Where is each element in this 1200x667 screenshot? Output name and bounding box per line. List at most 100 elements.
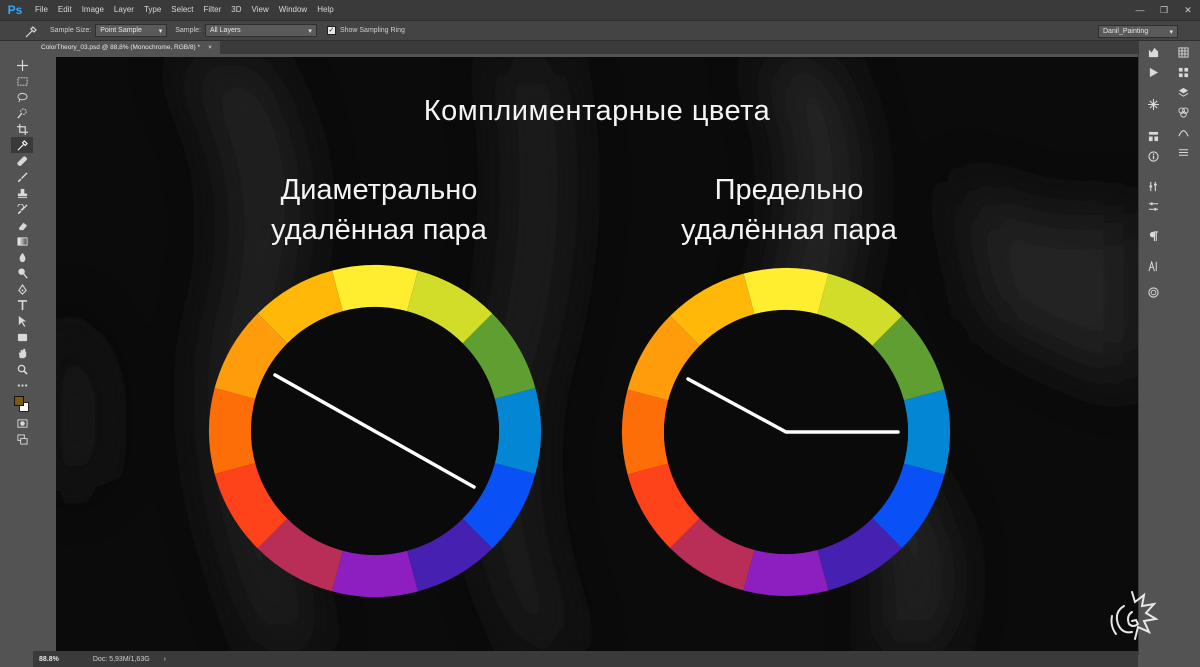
menu-select[interactable]: Select: [166, 0, 198, 20]
sample-size-dropdown[interactable]: Point Sample ▾: [95, 24, 168, 37]
quick-mask-button[interactable]: [11, 415, 33, 431]
wheel-segment: [743, 549, 829, 597]
eraser-tool[interactable]: [11, 217, 33, 233]
move-icon: [16, 59, 28, 71]
chevron-down-icon: ▾: [1169, 28, 1173, 36]
photoshop-logo: Ps: [0, 0, 30, 20]
restore-button[interactable]: ❐: [1152, 0, 1176, 20]
wheel-segment: [332, 550, 418, 597]
history-brush-icon: [16, 203, 28, 214]
eyedropper-icon[interactable]: [24, 25, 38, 39]
menu-edit[interactable]: Edit: [53, 0, 77, 20]
character-panel-button[interactable]: [1142, 127, 1164, 145]
brush-tool[interactable]: [11, 169, 33, 185]
tool-presets-button[interactable]: [1142, 177, 1164, 195]
tools-panel: [11, 57, 33, 472]
menu-3d[interactable]: 3D: [226, 0, 246, 20]
document-tab-bar: ColorTheory_03.psd @ 88,8% (Monochrome, …: [33, 41, 1138, 54]
paths-icon: [1177, 129, 1189, 136]
minimize-button[interactable]: —: [1128, 0, 1152, 20]
swatches-icon: [1178, 67, 1188, 77]
menu-image[interactable]: Image: [77, 0, 109, 20]
move-tool[interactable]: [11, 57, 33, 73]
sample-value: All Layers: [209, 27, 241, 34]
zoom-icon: [17, 364, 28, 375]
lasso-tool[interactable]: [11, 89, 33, 105]
glyphs-panel-button[interactable]: [1142, 257, 1164, 275]
foreground-color-swatch[interactable]: [14, 396, 24, 406]
menu-type[interactable]: Type: [139, 0, 166, 20]
eyedropper-tool[interactable]: [11, 137, 33, 153]
glyphs-icon: [1147, 260, 1157, 271]
cloud-libraries-icon: [1147, 286, 1159, 298]
wheel-segment: [494, 388, 541, 474]
channels-panel-button[interactable]: [1172, 103, 1194, 121]
marquee-icon: [16, 76, 28, 86]
gradient-icon: [16, 236, 28, 246]
more-tools[interactable]: [11, 377, 33, 393]
paths-panel-button[interactable]: [1172, 123, 1194, 141]
pen-tool[interactable]: [11, 281, 33, 297]
sample-label: Sample:: [175, 27, 201, 34]
brush-settings-button[interactable]: [1142, 95, 1164, 113]
paragraph-panel-button[interactable]: [1142, 227, 1164, 245]
quick-selection-icon: [16, 107, 27, 119]
history-icon: [1148, 47, 1158, 57]
navigator-panel-button[interactable]: [1172, 43, 1194, 61]
hand-tool[interactable]: [11, 345, 33, 361]
swatches-panel-button[interactable]: [1172, 63, 1194, 81]
quick-selection-tool[interactable]: [11, 105, 33, 121]
menu-window[interactable]: Window: [274, 0, 312, 20]
pen-icon: [17, 283, 27, 295]
status-menu-arrow[interactable]: ›: [164, 656, 166, 663]
screen-mode-button[interactable]: [11, 431, 33, 447]
history-brush-tool[interactable]: [11, 201, 33, 217]
history-panel-button[interactable]: [1142, 43, 1164, 61]
shape-tool[interactable]: [11, 329, 33, 345]
path-selection-tool[interactable]: [11, 313, 33, 329]
eraser-icon: [18, 222, 27, 230]
menu-bar: Ps File Edit Image Layer Type Select Fil…: [0, 0, 1200, 20]
blur-tool[interactable]: [11, 249, 33, 265]
document-canvas[interactable]: Комплиментарные цвета Диаметрально удалё…: [56, 57, 1138, 651]
channels-icon: [1177, 106, 1189, 118]
menu-file[interactable]: File: [30, 0, 53, 20]
actions-panel-button[interactable]: [1142, 63, 1164, 81]
menu-filter[interactable]: Filter: [199, 0, 227, 20]
dodge-icon: [17, 267, 28, 279]
gradient-tool[interactable]: [11, 233, 33, 249]
zoom-tool[interactable]: [11, 361, 33, 377]
info-panel-button[interactable]: [1142, 147, 1164, 165]
info-icon: [1147, 150, 1159, 162]
healing-brush-tool[interactable]: [11, 153, 33, 169]
type-tool[interactable]: [11, 297, 33, 313]
chevron-down-icon: ▾: [158, 27, 163, 35]
paragraph-icon: [1149, 230, 1158, 241]
tab-close-icon[interactable]: ×: [208, 41, 212, 54]
dock-column-left: [1139, 41, 1167, 303]
zoom-level[interactable]: 88.8%: [33, 656, 65, 663]
workspace-dropdown[interactable]: Danil_Painting ▾: [1098, 25, 1178, 38]
show-sampling-ring-checkbox[interactable]: ✓: [326, 26, 336, 35]
brush-icon: [17, 171, 28, 182]
adjustments-button[interactable]: [1142, 197, 1164, 215]
sample-dropdown[interactable]: All Layers ▾: [204, 24, 317, 37]
crop-tool[interactable]: [11, 121, 33, 137]
brush-settings-icon: [1147, 98, 1159, 110]
menu-help[interactable]: Help: [312, 0, 338, 20]
marquee-tool[interactable]: [11, 73, 33, 89]
dodge-tool[interactable]: [11, 265, 33, 281]
blur-drop-icon: [19, 252, 25, 262]
properties-panel-button[interactable]: [1172, 143, 1194, 161]
properties-icon: [1178, 148, 1188, 156]
document-tab[interactable]: ColorTheory_03.psd @ 88,8% (Monochrome, …: [33, 41, 220, 54]
layers-panel-button[interactable]: [1172, 83, 1194, 101]
play-icon: [1149, 67, 1158, 77]
menu-layer[interactable]: Layer: [109, 0, 139, 20]
close-button[interactable]: ✕: [1176, 0, 1200, 20]
clone-stamp-tool[interactable]: [11, 185, 33, 201]
dock-column-right: [1169, 41, 1197, 163]
menu-view[interactable]: View: [247, 0, 274, 20]
stamp-icon: [17, 188, 27, 198]
libraries-panel-button[interactable]: [1142, 283, 1164, 301]
